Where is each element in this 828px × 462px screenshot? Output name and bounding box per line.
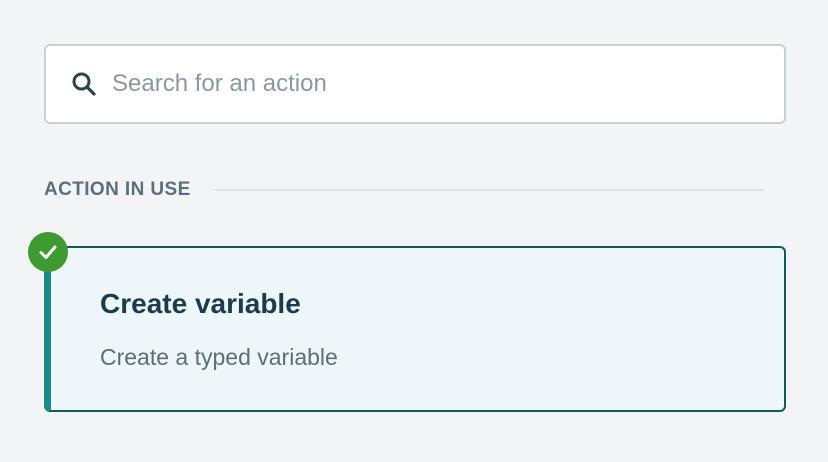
action-description: Create a typed variable xyxy=(100,344,338,370)
section-divider xyxy=(214,189,764,191)
action-title: Create variable xyxy=(100,288,301,319)
search-input[interactable] xyxy=(112,64,712,104)
check-circle-icon xyxy=(28,232,68,272)
search-icon xyxy=(70,70,98,98)
search-box[interactable] xyxy=(44,44,786,124)
action-card-create-variable[interactable]: Create variable Create a typed variable xyxy=(44,246,786,412)
section-title: ACTION IN USE xyxy=(44,179,191,200)
section-header: ACTION IN USE xyxy=(44,176,764,204)
